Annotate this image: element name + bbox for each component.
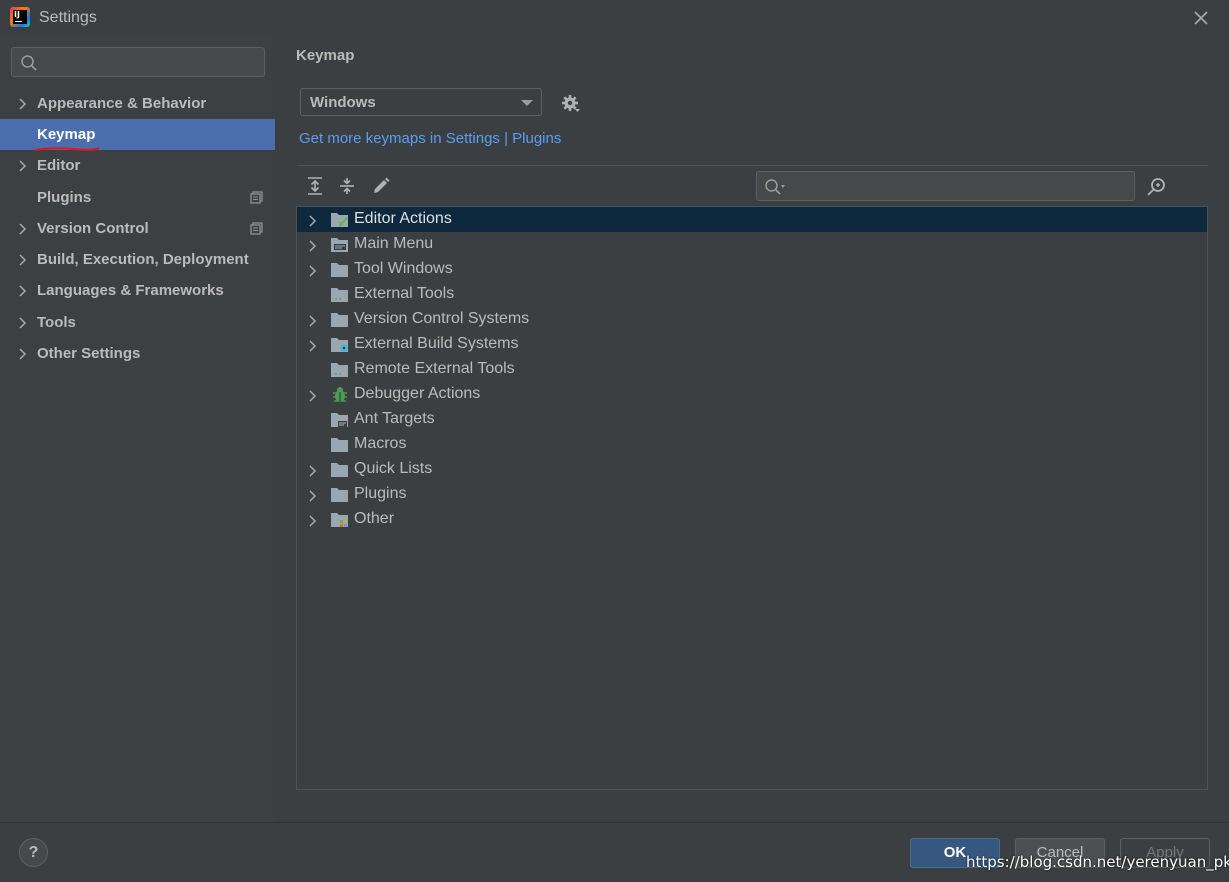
keymap-select[interactable]: Windows bbox=[300, 88, 542, 116]
chevron-right-icon[interactable] bbox=[18, 97, 28, 114]
project-level-icon bbox=[250, 191, 263, 208]
sidebar-item-editor[interactable]: Editor bbox=[0, 150, 275, 181]
tree-row[interactable]: External Build Systems bbox=[297, 332, 1207, 357]
tree-row[interactable]: Editor Actions bbox=[297, 207, 1207, 232]
sidebar-item-label: Build, Execution, Deployment bbox=[37, 251, 249, 268]
sidebar-item-label: Plugins bbox=[37, 189, 92, 206]
chevron-right-icon[interactable] bbox=[308, 239, 318, 256]
chevron-right-icon[interactable] bbox=[18, 316, 28, 333]
chevron-right-icon[interactable] bbox=[308, 514, 318, 531]
tree-row[interactable]: External Tools bbox=[297, 282, 1207, 307]
main-menu-icon bbox=[330, 236, 350, 254]
help-button[interactable]: ? bbox=[19, 838, 48, 867]
tree-row-label: External Tools bbox=[354, 285, 455, 302]
external-tools-icon bbox=[330, 361, 350, 379]
divider bbox=[297, 165, 1208, 166]
tree-row-label: Ant Targets bbox=[354, 410, 435, 427]
chevron-right-icon[interactable] bbox=[308, 339, 318, 356]
folder-icon bbox=[330, 461, 350, 479]
tree-row-label: Remote External Tools bbox=[354, 360, 515, 377]
watermark: https://blog.csdn.net/yerenyuan_pku bbox=[966, 853, 1229, 871]
editor-actions-icon bbox=[330, 211, 350, 229]
gear-icon[interactable] bbox=[561, 94, 581, 118]
tree-row[interactable]: Remote External Tools bbox=[297, 357, 1207, 382]
tree-row-label: Main Menu bbox=[354, 235, 434, 252]
sidebar-item-build-execution-deployment[interactable]: Build, Execution, Deployment bbox=[0, 244, 275, 275]
page-title: Keymap bbox=[296, 47, 355, 64]
find-by-shortcut-icon[interactable] bbox=[1146, 176, 1168, 202]
chevron-right-icon[interactable] bbox=[308, 389, 318, 406]
sidebar-item-version-control[interactable]: Version Control bbox=[0, 213, 275, 244]
sidebar-item-plugins[interactable]: Plugins bbox=[0, 182, 275, 213]
other-icon bbox=[330, 511, 350, 529]
sidebar-search-input[interactable] bbox=[11, 47, 265, 77]
sidebar-item-label: Editor bbox=[37, 157, 81, 174]
tree-row-label: Macros bbox=[354, 435, 407, 452]
annotation-underline bbox=[34, 147, 100, 151]
build-systems-icon bbox=[330, 336, 350, 354]
chevron-down-icon bbox=[521, 100, 533, 106]
chevron-right-icon[interactable] bbox=[308, 314, 318, 331]
ant-icon bbox=[330, 411, 350, 429]
tree-row-label: Other bbox=[354, 510, 395, 527]
intellij-logo-icon: IJ bbox=[10, 7, 30, 27]
tree-row[interactable]: Version Control Systems bbox=[297, 307, 1207, 332]
tree-row-label: Debugger Actions bbox=[354, 385, 481, 402]
sidebar-item-label: Appearance & Behavior bbox=[37, 95, 207, 112]
folder-icon bbox=[330, 486, 350, 504]
sidebar-item-label: Keymap bbox=[37, 126, 96, 143]
search-icon bbox=[764, 178, 788, 200]
sidebar-item-label: Tools bbox=[37, 314, 76, 331]
search-icon bbox=[20, 54, 38, 76]
tree-row[interactable]: Ant Targets bbox=[297, 407, 1207, 432]
chevron-right-icon[interactable] bbox=[18, 253, 28, 270]
chevron-right-icon[interactable] bbox=[18, 159, 28, 176]
sidebar-item-other-settings[interactable]: Other Settings bbox=[0, 338, 275, 369]
expand-all-icon[interactable] bbox=[305, 176, 325, 200]
bug-icon bbox=[330, 386, 350, 404]
title-bar: IJ Settings bbox=[0, 0, 1229, 36]
sidebar-item-label: Other Settings bbox=[37, 345, 141, 362]
external-tools-icon bbox=[330, 286, 350, 304]
chevron-right-icon[interactable] bbox=[308, 214, 318, 231]
sidebar-item-languages-frameworks[interactable]: Languages & Frameworks bbox=[0, 275, 275, 306]
tree-row[interactable]: Macros bbox=[297, 432, 1207, 457]
app-icon-text: IJ bbox=[14, 10, 20, 19]
tree-row[interactable]: Other bbox=[297, 507, 1207, 532]
tree-row-label: External Build Systems bbox=[354, 335, 519, 352]
tree-row[interactable]: Plugins bbox=[297, 482, 1207, 507]
keymap-select-value: Windows bbox=[310, 94, 376, 111]
plugins-link[interactable]: Get more keymaps in Settings | Plugins bbox=[299, 130, 561, 147]
shortcut-search-input[interactable] bbox=[756, 171, 1135, 201]
chevron-right-icon[interactable] bbox=[308, 464, 318, 481]
chevron-right-icon[interactable] bbox=[308, 264, 318, 281]
close-icon[interactable] bbox=[1191, 8, 1211, 28]
sidebar-item-tools[interactable]: Tools bbox=[0, 307, 275, 338]
chevron-right-icon[interactable] bbox=[18, 222, 28, 239]
edit-icon[interactable] bbox=[371, 176, 391, 200]
tree-row-label: Plugins bbox=[354, 485, 407, 502]
folder-icon bbox=[330, 436, 350, 454]
sidebar-item-appearance-behavior[interactable]: Appearance & Behavior bbox=[0, 88, 275, 119]
tree-row-label: Version Control Systems bbox=[354, 310, 530, 327]
folder-icon bbox=[330, 311, 350, 329]
tree-row-label: Tool Windows bbox=[354, 260, 453, 277]
collapse-all-icon[interactable] bbox=[337, 176, 357, 200]
tree-row[interactable]: Quick Lists bbox=[297, 457, 1207, 482]
divider bbox=[0, 822, 1229, 823]
tree-row[interactable]: Main Menu bbox=[297, 232, 1207, 257]
project-level-icon bbox=[250, 222, 263, 239]
tree-row[interactable]: Debugger Actions bbox=[297, 382, 1207, 407]
tree-row-label: Quick Lists bbox=[354, 460, 433, 477]
chevron-right-icon[interactable] bbox=[18, 347, 28, 364]
sidebar-item-label: Version Control bbox=[37, 220, 149, 237]
sidebar-item-label: Languages & Frameworks bbox=[37, 282, 224, 299]
tree-row[interactable]: Tool Windows bbox=[297, 257, 1207, 282]
chevron-right-icon[interactable] bbox=[308, 489, 318, 506]
tree-row-label: Editor Actions bbox=[354, 210, 452, 227]
window-title: Settings bbox=[39, 9, 97, 26]
chevron-right-icon[interactable] bbox=[18, 284, 28, 301]
actions-tree: Editor Actions Main Menu Tool Windows Exter… bbox=[296, 206, 1208, 790]
folder-icon bbox=[330, 261, 350, 279]
